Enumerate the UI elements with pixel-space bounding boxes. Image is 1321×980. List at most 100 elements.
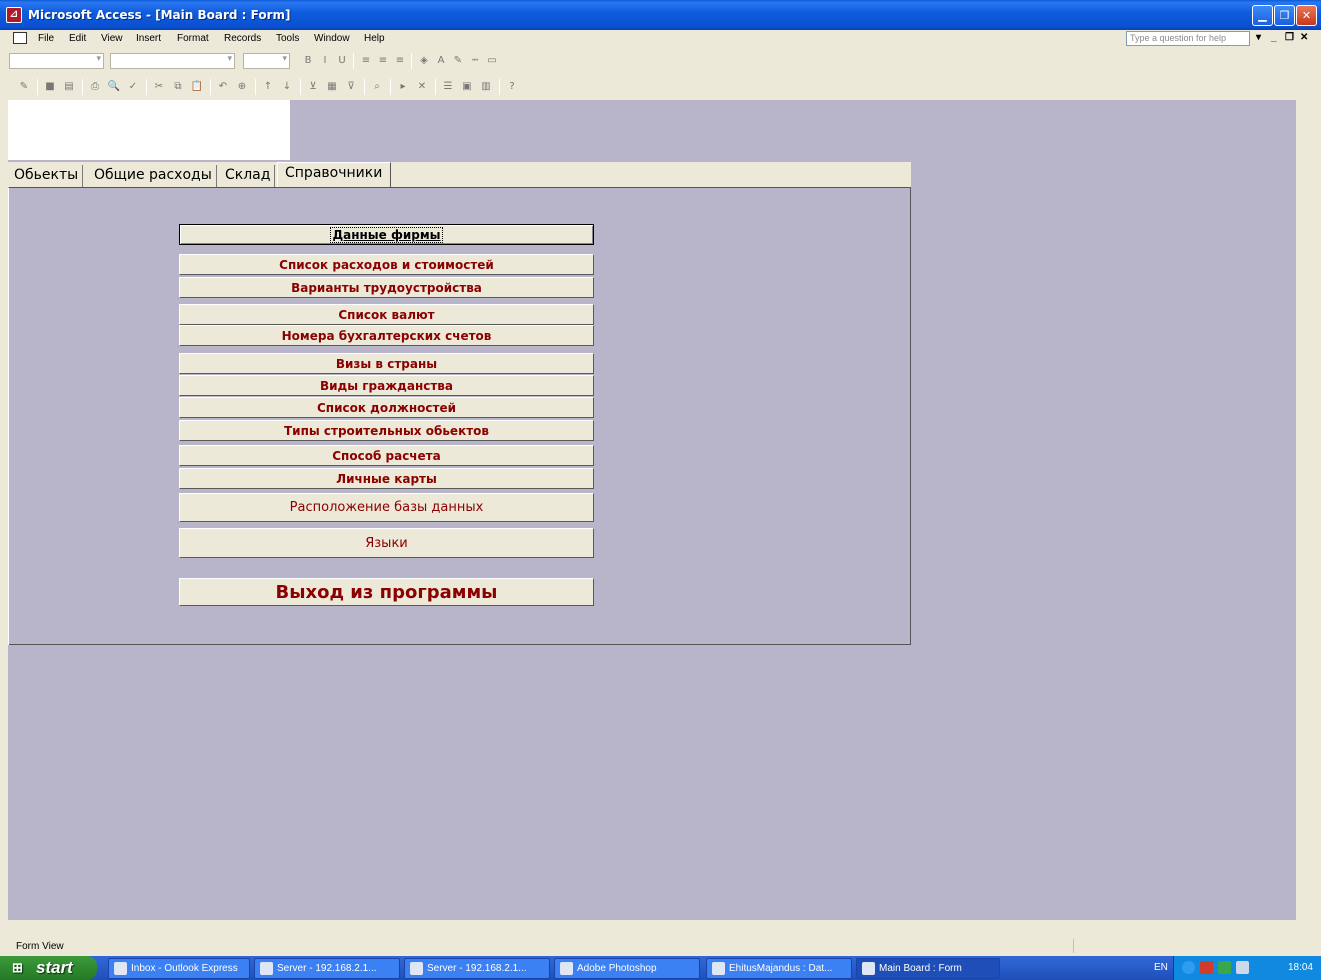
company-data-button[interactable]: Данные фирмы (179, 224, 594, 245)
accounting-numbers-button[interactable]: Номера бухгалтерских счетов (179, 325, 594, 346)
underline-icon[interactable]: U (334, 53, 350, 69)
font-name-combo[interactable] (110, 53, 235, 69)
remote-desktop-icon (410, 962, 423, 975)
toolbar-separator (499, 79, 500, 95)
visas-button[interactable]: Визы в страны (179, 353, 594, 374)
cut-icon[interactable]: ✂ (151, 79, 167, 95)
search-file-icon[interactable]: ▤ (61, 79, 77, 95)
apply-filter-icon[interactable]: ⊽ (343, 79, 359, 95)
italic-icon[interactable]: I (317, 53, 333, 69)
personal-cards-button[interactable]: Личные карты (179, 468, 594, 489)
task-label: Main Board : Form (879, 963, 962, 974)
menu-window[interactable]: Window (314, 33, 350, 44)
menu-edit[interactable]: Edit (69, 33, 86, 44)
sort-ascending-icon[interactable]: ↑ (260, 79, 276, 95)
exit-program-button[interactable]: Выход из программы (179, 578, 594, 606)
copy-icon[interactable]: ⧉ (170, 79, 186, 95)
toolbar-separator (210, 79, 211, 95)
tab-body: Данные фирмы Список расходов и стоимосте… (8, 187, 911, 645)
hyperlink-icon[interactable]: ⊕ (234, 79, 250, 95)
print-preview-icon[interactable]: 🔍 (106, 79, 122, 95)
taskbar-item-database[interactable]: EhitusMajandus : Dat... (706, 958, 852, 979)
object-combo[interactable] (9, 53, 104, 69)
tab-general-expenses[interactable]: Общие расходы (90, 165, 217, 187)
language-indicator[interactable]: EN (1154, 962, 1168, 973)
new-record-icon[interactable]: ▸ (395, 79, 411, 95)
fill-color-icon[interactable]: ◈ (416, 53, 432, 69)
antivirus-icon[interactable] (1200, 961, 1213, 974)
messenger-icon[interactable] (1236, 961, 1249, 974)
undo-icon[interactable]: ↶ (215, 79, 231, 95)
minimize-button[interactable]: ▁ (1252, 5, 1273, 26)
toolbar-separator (300, 79, 301, 95)
filter-form-icon[interactable]: ▦ (324, 79, 340, 95)
positions-list-button[interactable]: Список должностей (179, 397, 594, 418)
chevron-down-icon[interactable]: ▾ (1256, 32, 1261, 43)
menu-view[interactable]: View (101, 33, 123, 44)
tab-warehouse[interactable]: Склад (221, 165, 276, 187)
help-search-input[interactable]: Type a question for help (1126, 31, 1250, 46)
currency-list-button[interactable]: Список валют (179, 304, 594, 325)
mdi-minimize-button[interactable]: _ (1271, 32, 1277, 43)
print-icon[interactable]: ⎙ (87, 79, 103, 95)
taskbar-item-main-board[interactable]: Main Board : Form (856, 958, 1000, 979)
spelling-icon[interactable]: ✓ (125, 79, 141, 95)
network-icon[interactable] (1182, 961, 1195, 974)
line-width-icon[interactable]: ┉ (467, 53, 483, 69)
tab-objects[interactable]: Обьекты (10, 165, 84, 187)
mdi-close-button[interactable]: ✕ (1300, 32, 1308, 43)
form-icon (862, 962, 875, 975)
languages-button[interactable]: Языки (179, 528, 594, 558)
menu-format[interactable]: Format (177, 33, 209, 44)
menu-tools[interactable]: Tools (276, 33, 299, 44)
close-button[interactable]: ✕ (1296, 5, 1317, 26)
taskbar-item-server-1[interactable]: Server - 192.168.2.1... (254, 958, 400, 979)
taskbar-item-outlook[interactable]: Inbox - Outlook Express (108, 958, 250, 979)
align-left-icon[interactable]: ≡ (358, 53, 374, 69)
font-size-combo[interactable] (243, 53, 290, 69)
menu-bar: File Edit View Insert Format Records Too… (0, 30, 1321, 47)
building-types-button[interactable]: Типы строительных обьектов (179, 420, 594, 441)
align-right-icon[interactable]: ≡ (392, 53, 408, 69)
toolbar-separator (37, 79, 38, 95)
restore-button[interactable]: ❐ (1274, 5, 1295, 26)
form-header-area (8, 100, 290, 160)
employment-options-button[interactable]: Варианты трудоустройства (179, 277, 594, 298)
bold-icon[interactable]: B (300, 53, 316, 69)
citizenship-button[interactable]: Виды гражданства (179, 375, 594, 396)
special-effect-icon[interactable]: ▭ (484, 53, 500, 69)
find-icon[interactable]: ⌕ (369, 79, 385, 95)
main-board-form: Обьекты Общие расходы Склад Справочники … (8, 162, 911, 645)
form-document-icon[interactable] (13, 32, 27, 44)
new-object-icon[interactable]: ▥ (478, 79, 494, 95)
help-icon[interactable]: ? (504, 79, 520, 95)
taskbar: ⊞ start Inbox - Outlook Express Server -… (0, 956, 1321, 980)
sync-icon[interactable] (1218, 961, 1231, 974)
menu-records[interactable]: Records (224, 33, 261, 44)
taskbar-item-server-2[interactable]: Server - 192.168.2.1... (404, 958, 550, 979)
payment-method-button[interactable]: Способ расчета (179, 445, 594, 466)
menu-file[interactable]: File (38, 33, 54, 44)
taskbar-item-photoshop[interactable]: Adobe Photoshop (554, 958, 700, 979)
save-icon[interactable]: ■ (42, 79, 58, 95)
line-color-icon[interactable]: ✎ (450, 53, 466, 69)
access-icon[interactable]: ⊿ (6, 7, 22, 23)
start-label: start (36, 958, 73, 977)
view-icon[interactable]: ✎ (16, 79, 32, 95)
paste-icon[interactable]: 📋 (189, 79, 205, 95)
menu-insert[interactable]: Insert (136, 33, 161, 44)
font-color-icon[interactable]: A (433, 53, 449, 69)
start-button[interactable]: ⊞ start (0, 956, 97, 980)
menu-help[interactable]: Help (364, 33, 385, 44)
properties-icon[interactable]: ☰ (440, 79, 456, 95)
database-location-button[interactable]: Расположение базы данных (179, 493, 594, 522)
vertical-scrollbar[interactable] (1296, 100, 1321, 920)
delete-record-icon[interactable]: ✕ (414, 79, 430, 95)
sort-descending-icon[interactable]: ↓ (279, 79, 295, 95)
expenses-list-button[interactable]: Список расходов и стоимостей (179, 254, 594, 275)
filter-selection-icon[interactable]: ⊻ (305, 79, 321, 95)
align-center-icon[interactable]: ≡ (375, 53, 391, 69)
tab-directories[interactable]: Справочники (277, 162, 391, 187)
database-window-icon[interactable]: ▣ (459, 79, 475, 95)
mdi-restore-button[interactable]: ❐ (1285, 32, 1294, 43)
